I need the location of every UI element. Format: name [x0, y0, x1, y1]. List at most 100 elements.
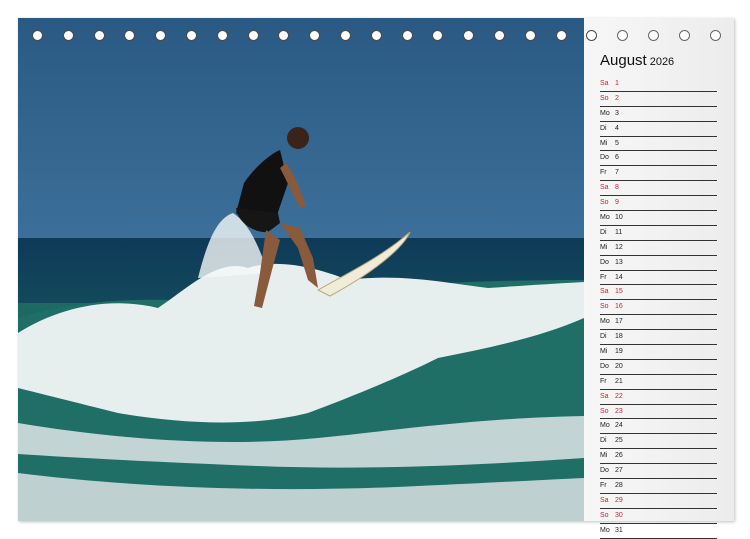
day-number: 17 [615, 318, 623, 326]
day-list: Sa 1 So 2 Mo 3 Di 4 Mi 5 Do 6 Fr 7 Sa 8 So 9 Mo 10 Di 11 Mi 12 D… [600, 77, 717, 539]
day-row: Mo 17 [600, 315, 717, 331]
day-number: 11 [615, 228, 623, 236]
day-row: Di 18 [600, 330, 717, 346]
day-number: 24 [615, 422, 623, 430]
day-number: 28 [615, 482, 623, 490]
weekday-label: Do [600, 154, 609, 162]
day-row: Di 11 [600, 226, 717, 241]
day-row: Mo 3 [600, 107, 717, 122]
binding-hole [709, 30, 721, 41]
month-year: 2026 [649, 56, 675, 68]
binding-hole [340, 30, 351, 41]
day-number: 26 [615, 452, 623, 460]
day-number: 7 [615, 169, 619, 177]
weekday-label: Sa [600, 80, 609, 87]
day-number: 1 [615, 80, 619, 87]
weekday-label: So [600, 303, 609, 311]
day-row: Sa 29 [600, 494, 717, 509]
weekday-label: Di [600, 333, 607, 341]
binding-hole [186, 30, 197, 41]
day-row: Do 6 [600, 151, 717, 167]
day-number: 31 [615, 526, 623, 534]
weekday-label: Mi [600, 348, 608, 356]
day-row: Do 20 [600, 360, 717, 375]
day-number: 5 [615, 139, 619, 147]
spiral-binding-holes [18, 30, 734, 50]
weekday-label: Mo [600, 422, 610, 430]
weekday-label: Fr [600, 273, 607, 281]
weekday-label: So [600, 407, 609, 415]
weekday-label: Do [600, 362, 609, 370]
binding-hole [617, 30, 629, 41]
binding-hole [62, 30, 74, 41]
day-row: So 9 [600, 196, 717, 212]
day-number: 21 [615, 377, 623, 385]
day-row: Fr 28 [600, 479, 717, 494]
weekday-label: Di [600, 437, 607, 445]
weekday-label: Fr [600, 482, 607, 490]
day-number: 6 [615, 154, 619, 162]
day-row: Di 25 [600, 434, 717, 450]
binding-hole [463, 30, 475, 41]
day-row: Di 4 [600, 122, 717, 137]
day-row: Mi 26 [600, 449, 717, 465]
day-number: 20 [615, 362, 623, 370]
binding-hole [494, 30, 505, 41]
day-row: So 30 [600, 509, 717, 524]
binding-hole [155, 30, 167, 41]
binding-hole [586, 30, 598, 41]
binding-hole [524, 30, 536, 41]
binding-hole [309, 30, 321, 41]
day-row: So 23 [600, 405, 717, 420]
day-number: 2 [615, 94, 619, 102]
weekday-label: Mi [600, 452, 608, 460]
day-row: Do 13 [600, 256, 717, 271]
weekday-label: Mo [600, 214, 610, 222]
day-row: Mo 31 [600, 524, 717, 539]
month-title: August 2026 [600, 52, 674, 69]
day-row: Fr 14 [600, 271, 717, 286]
surfer-photo [18, 18, 584, 521]
day-number: 14 [615, 273, 623, 281]
weekday-label: Do [600, 258, 609, 266]
day-row: Sa 15 [600, 285, 717, 301]
binding-hole [555, 30, 567, 41]
day-number: 23 [615, 407, 623, 415]
day-row: Sa 1 [600, 77, 717, 92]
day-row: Fr 7 [600, 166, 717, 182]
weekday-label: Di [600, 228, 607, 236]
weekday-label: Sa [600, 392, 609, 400]
weekday-label: Di [600, 124, 607, 132]
day-number: 4 [615, 124, 619, 132]
day-number: 8 [615, 184, 619, 192]
weekday-label: Mi [600, 139, 608, 147]
binding-hole [370, 30, 382, 41]
day-number: 16 [615, 303, 623, 311]
weekday-label: So [600, 94, 609, 102]
day-row: So 16 [600, 300, 717, 316]
day-number: 25 [615, 437, 623, 445]
day-number: 19 [615, 348, 623, 356]
day-number: 30 [615, 511, 623, 519]
binding-hole [32, 30, 43, 41]
day-number: 29 [615, 496, 623, 504]
day-row: Mi 5 [600, 137, 717, 152]
binding-hole [93, 30, 105, 41]
day-number: 27 [615, 467, 623, 475]
day-row: Fr 21 [600, 375, 717, 390]
day-number: 22 [615, 392, 623, 400]
weekday-label: Sa [600, 184, 609, 192]
day-row: Mo 10 [600, 211, 717, 226]
day-number: 12 [615, 243, 623, 251]
weekday-label: So [600, 199, 609, 207]
day-number: 13 [615, 258, 623, 266]
binding-hole [678, 30, 690, 41]
weekday-label: Sa [600, 496, 609, 504]
day-row: Mo 24 [600, 419, 717, 435]
weekday-label: Mo [600, 109, 610, 117]
month-name: August [600, 52, 647, 69]
binding-hole [278, 30, 290, 41]
day-number: 15 [615, 288, 623, 296]
weekday-label: Do [600, 467, 609, 475]
binding-hole [124, 30, 136, 41]
